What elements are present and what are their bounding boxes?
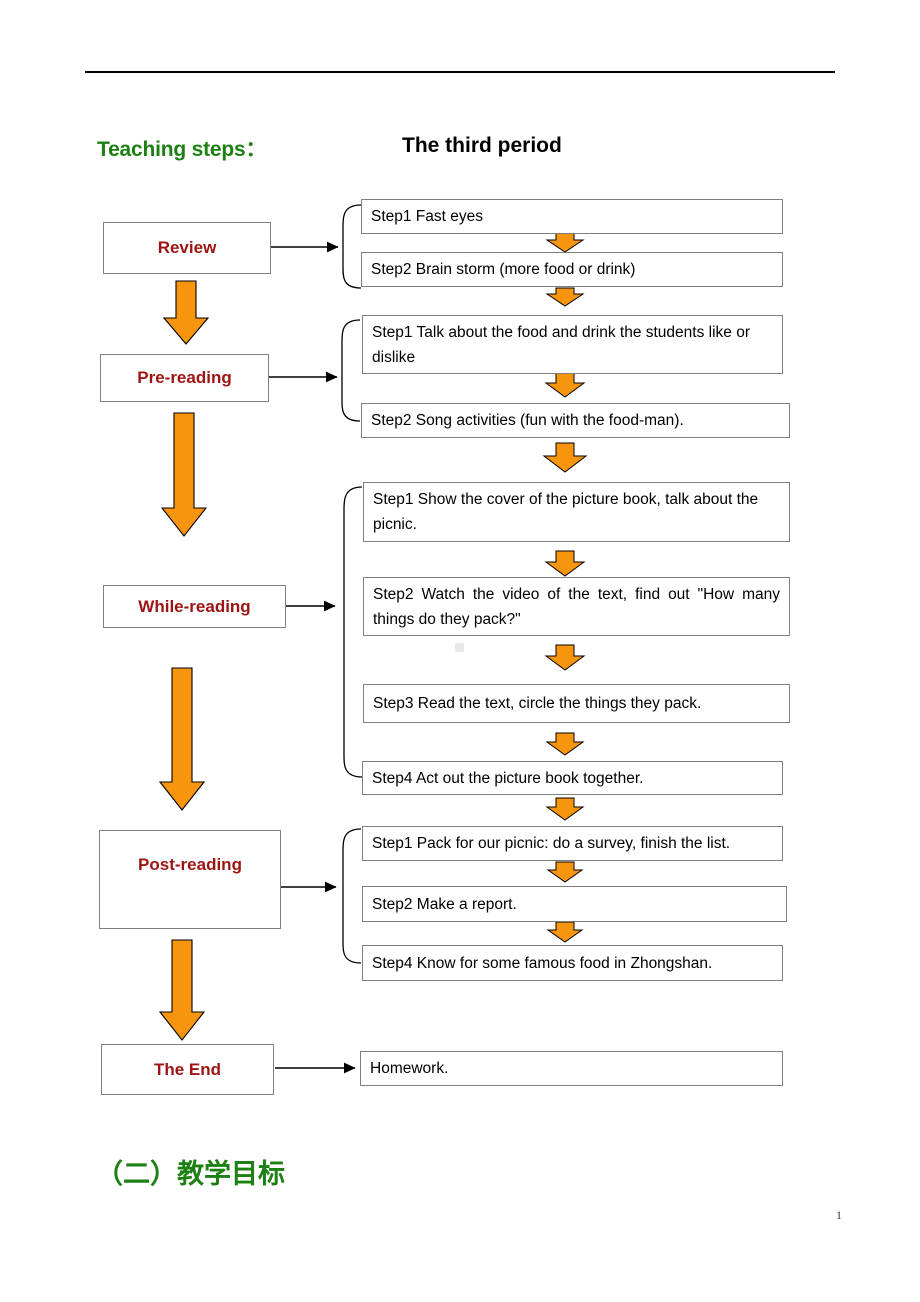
gray-square-artifact: [455, 643, 464, 652]
step-box-while-reading-2[interactable]: Step2 Watch the video of the text, find …: [363, 577, 790, 636]
step-box-review-2[interactable]: Step2 Brain storm (more food or drink): [361, 252, 783, 287]
stage-box-the-end[interactable]: The End: [101, 1044, 274, 1095]
page-title-teaching-steps: Teaching steps：: [97, 138, 267, 161]
header-rule: [85, 71, 835, 73]
step-text: Step3 Read the text, circle the things t…: [373, 695, 702, 712]
stage-label-while-reading: While-reading: [138, 596, 251, 616]
step-text: Step2 Brain storm (more food or drink): [371, 261, 636, 278]
step-box-pre-reading-2[interactable]: Step2 Song activities (fun with the food…: [361, 403, 790, 438]
step-text: Step1 Pack for our picnic: do a survey, …: [372, 835, 731, 852]
stage-label-pre-reading: Pre-reading: [137, 368, 232, 387]
step-box-post-reading-2[interactable]: Step2 Make a report.: [362, 886, 787, 922]
stage-label-the-end: The End: [153, 1059, 222, 1079]
stage-box-pre-reading[interactable]: Pre-reading: [100, 354, 269, 402]
stage-box-while-reading[interactable]: While-reading: [103, 585, 286, 628]
step-text: Step2 Song activities (fun with the food…: [371, 412, 684, 429]
stage-label-review: Review: [157, 238, 217, 257]
step-box-while-reading-1[interactable]: Step1 Show the cover of the picture book…: [363, 482, 790, 542]
step-text: Step2 Make a report.: [372, 895, 517, 913]
step-box-post-reading-1[interactable]: Step1 Pack for our picnic: do a survey, …: [362, 826, 783, 861]
step-box-while-reading-4[interactable]: Step4 Act out the picture book together.: [362, 761, 783, 795]
step-text: Step1 Fast eyes: [371, 208, 484, 225]
step-box-homework[interactable]: Homework.: [360, 1051, 783, 1086]
step-text: Step1 Show the cover of the picture book…: [373, 491, 759, 533]
stage-box-review[interactable]: Review: [103, 222, 271, 274]
step-text: Step4 Act out the picture book together.: [372, 769, 644, 787]
stage-box-post-reading[interactable]: Post-reading: [99, 830, 281, 929]
document-page: Teaching steps： The third period Review …: [0, 0, 920, 1302]
section-heading-teaching-objectives: （二）教学目标: [96, 1159, 285, 1189]
page-number: 1: [836, 1208, 842, 1222]
step-box-post-reading-3[interactable]: Step4 Know for some famous food in Zhong…: [362, 945, 783, 981]
step-box-review-1[interactable]: Step1 Fast eyes: [361, 199, 783, 234]
step-text: Homework.: [370, 1060, 449, 1077]
step-text: Step1 Talk about the food and drink the …: [372, 323, 750, 366]
step-text: Step4 Know for some famous food in Zhong…: [372, 954, 713, 972]
stage-label-post-reading: Post-reading: [138, 855, 242, 874]
step-box-pre-reading-1[interactable]: Step1 Talk about the food and drink the …: [362, 315, 783, 374]
period-title: The third period: [402, 134, 562, 157]
step-text: Step2 Watch the video of the text, find …: [373, 585, 780, 628]
step-box-while-reading-3[interactable]: Step3 Read the text, circle the things t…: [363, 684, 790, 723]
